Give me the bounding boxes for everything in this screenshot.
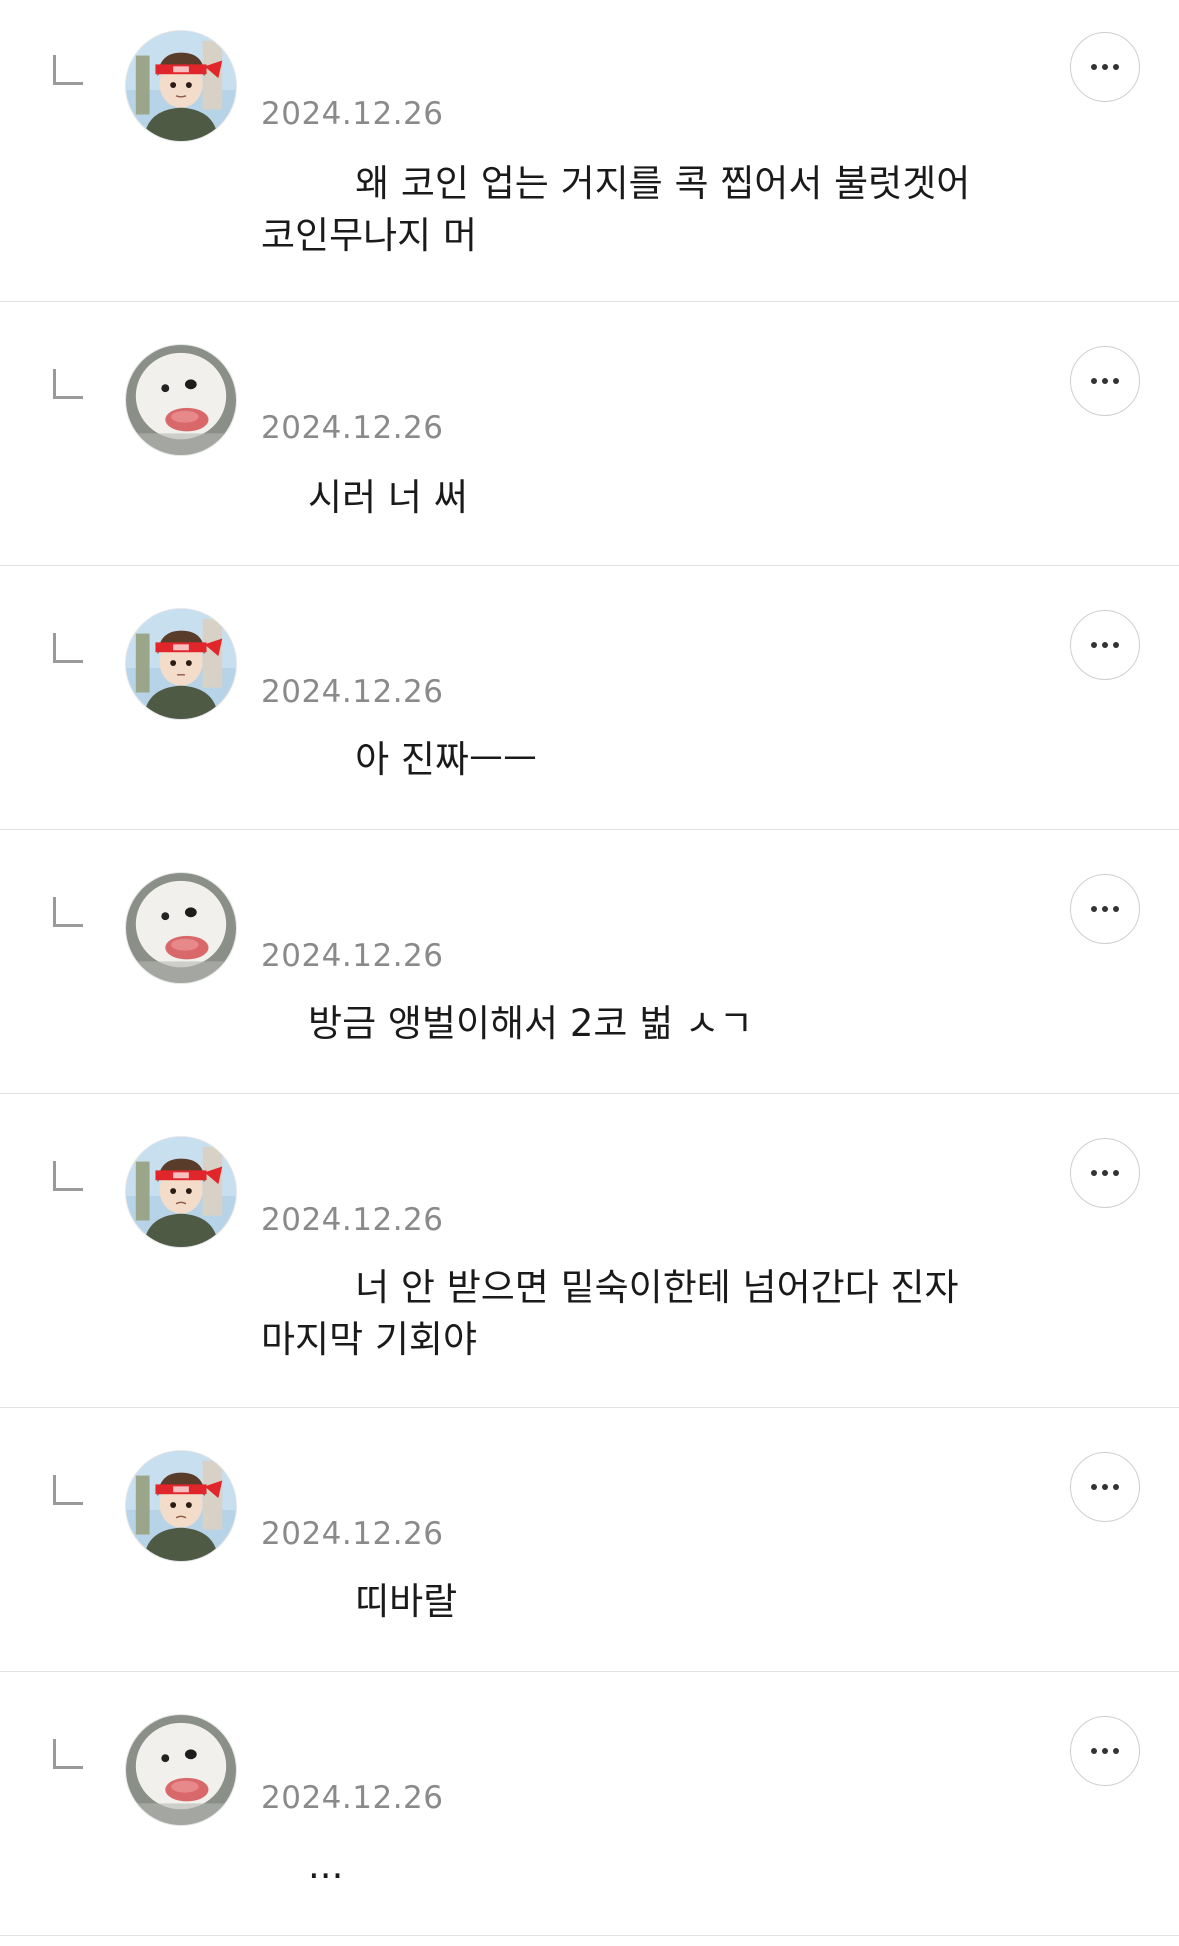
reply-arrow-icon — [53, 1739, 83, 1769]
avatar[interactable] — [125, 1136, 237, 1248]
more-options-icon — [1091, 906, 1119, 912]
comment-text: ... — [261, 1844, 344, 1887]
avatar[interactable] — [125, 608, 237, 720]
white-dog-icon — [126, 873, 236, 983]
comment-item: 2024.12.26 왜 코인 업는 거지를 콕 찝어서 불럿겟어 코인무나지 … — [0, 0, 1179, 302]
comment-date: 2024.12.26 — [261, 96, 444, 132]
more-options-icon — [1091, 64, 1119, 70]
comment-thread: 2024.12.26 왜 코인 업는 거지를 콕 찝어서 불럿겟어 코인무나지 … — [0, 0, 1179, 1946]
avatar[interactable] — [125, 872, 237, 984]
boy-red-headband-icon — [126, 1137, 236, 1247]
comment-text: 너 안 받으면 밑숙이한테 넘어간다 진자 마지막 기회야 — [261, 1266, 959, 1361]
comment-date: 2024.12.26 — [261, 410, 444, 446]
more-options-button[interactable] — [1070, 1138, 1140, 1208]
comment-text: 아 진짜ㅡㅡ — [261, 738, 538, 781]
comment-text: 띠바랄 — [261, 1580, 458, 1623]
comment-date: 2024.12.26 — [261, 674, 444, 710]
white-dog-icon — [126, 345, 236, 455]
comment-item: 2024.12.26 방금 앵벌이해서 2코 벎 ㅅㄱ — [0, 830, 1179, 1094]
more-options-icon — [1091, 642, 1119, 648]
reply-arrow-icon — [53, 1475, 83, 1505]
more-options-icon — [1091, 1170, 1119, 1176]
more-options-button[interactable] — [1070, 1452, 1140, 1522]
comment-date: 2024.12.26 — [261, 1780, 444, 1816]
more-options-button[interactable] — [1070, 874, 1140, 944]
more-options-icon — [1091, 1748, 1119, 1754]
avatar[interactable] — [125, 1714, 237, 1826]
avatar[interactable] — [125, 344, 237, 456]
boy-red-headband-icon — [126, 31, 236, 141]
white-dog-icon — [126, 1715, 236, 1825]
more-options-button[interactable] — [1070, 32, 1140, 102]
comment-item: 2024.12.26 ... — [0, 1672, 1179, 1936]
reply-arrow-icon — [53, 897, 83, 927]
comment-item: 2024.12.26 너 안 받으면 밑숙이한테 넘어간다 진자 마지막 기회야 — [0, 1094, 1179, 1408]
reply-arrow-icon — [53, 55, 83, 85]
more-options-button[interactable] — [1070, 1716, 1140, 1786]
more-options-icon — [1091, 378, 1119, 384]
more-options-icon — [1091, 1484, 1119, 1490]
reply-arrow-icon — [53, 1161, 83, 1191]
avatar[interactable] — [125, 1450, 237, 1562]
comment-text: 왜 코인 업는 거지를 콕 찝어서 불럿겟어 코인무나지 머 — [261, 162, 971, 257]
avatar[interactable] — [125, 30, 237, 142]
comment-date: 2024.12.26 — [261, 938, 444, 974]
comment-item: 2024.12.26 시러 너 써 — [0, 302, 1179, 566]
comment-item: 2024.12.26 아 진짜ㅡㅡ — [0, 566, 1179, 830]
boy-red-headband-icon — [126, 1451, 236, 1561]
more-options-button[interactable] — [1070, 610, 1140, 680]
boy-red-headband-icon — [126, 609, 236, 719]
comment-date: 2024.12.26 — [261, 1202, 444, 1238]
comment-item: 2024.12.26 띠바랄 — [0, 1408, 1179, 1672]
reply-arrow-icon — [53, 369, 83, 399]
reply-arrow-icon — [53, 633, 83, 663]
comment-date: 2024.12.26 — [261, 1516, 444, 1552]
comment-text: 시러 너 써 — [261, 476, 468, 519]
comment-text: 방금 앵벌이해서 2코 벎 ㅅㄱ — [261, 1002, 754, 1045]
more-options-button[interactable] — [1070, 346, 1140, 416]
